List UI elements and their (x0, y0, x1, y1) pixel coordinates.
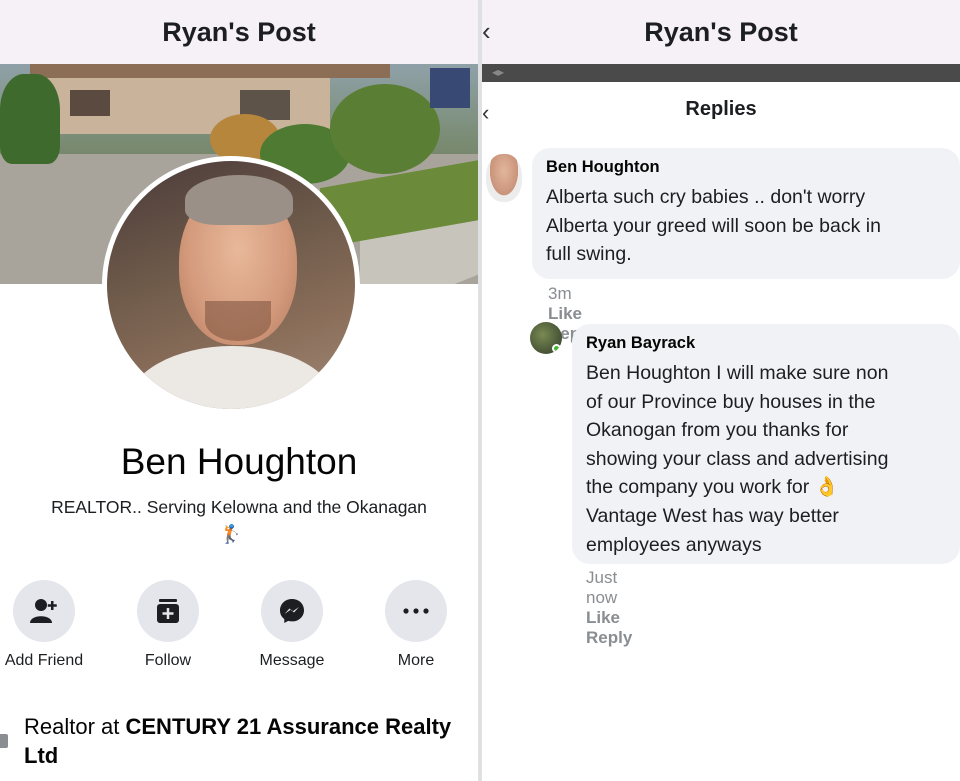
replies-panel: ‹ Ryan's Post ◂▸ ‹ Replies Ben Houghton … (482, 0, 960, 781)
cover-shrub (330, 84, 440, 174)
follow-button[interactable]: Follow (106, 580, 230, 670)
message-button[interactable]: Message (230, 580, 354, 670)
cover-sign (430, 68, 470, 108)
message-label: Message (259, 652, 325, 669)
messenger-icon (261, 580, 323, 642)
comment-body: Ben Houghton I will make sure non of our… (586, 362, 889, 556)
media-glyph-icon: ◂▸ (492, 65, 505, 79)
profile-header: Ryan's Post (0, 0, 478, 64)
comment-time: Just now (586, 568, 618, 607)
post-header: ‹ Ryan's Post (482, 0, 960, 64)
briefcase-icon (0, 734, 8, 748)
work-text: Realtor at CENTURY 21 Assurance Realty L… (24, 712, 454, 770)
photo-beard (205, 301, 271, 341)
online-status-icon (552, 344, 561, 353)
comment-author[interactable]: Ben Houghton (546, 158, 946, 177)
comment-author[interactable]: Ryan Bayrack (586, 334, 946, 353)
follow-label: Follow (144, 652, 192, 669)
add-friend-button[interactable]: Add Friend (0, 580, 106, 670)
follow-icon (137, 580, 199, 642)
add-friend-icon (13, 580, 75, 642)
work-prefix: Realtor at (24, 714, 126, 739)
avatar[interactable] (486, 154, 522, 202)
profile-photo (107, 161, 355, 409)
cover-roof (30, 64, 390, 78)
more-button[interactable]: More (354, 580, 478, 670)
more-icon (385, 580, 447, 642)
profile-bio: REALTOR.. Serving Kelowna and the Okanag… (51, 497, 427, 517)
back-chevron-icon[interactable]: ‹ (482, 16, 491, 47)
reply-button[interactable]: Reply (586, 628, 632, 647)
photo-shirt (127, 346, 337, 409)
profile-name: Ben Houghton (120, 441, 358, 482)
like-button[interactable]: Like (586, 608, 620, 627)
replies-title: Replies (685, 98, 757, 120)
cover-tree (0, 74, 60, 164)
like-button[interactable]: Like (548, 304, 582, 323)
profile-avatar[interactable] (102, 156, 360, 414)
cover-window (70, 90, 110, 116)
post-media-strip: ◂▸ (482, 64, 960, 82)
add-friend-label: Add Friend (4, 652, 84, 669)
header-title: Ryan's Post (162, 16, 316, 47)
photo-hair (185, 175, 293, 225)
avatar[interactable] (530, 322, 562, 354)
comment-bubble[interactable]: Ryan Bayrack Ben Houghton I will make su… (572, 324, 960, 564)
comment-body: Alberta such cry babies .. don't worry A… (546, 186, 881, 266)
profile-panel: Ryan's Post Ben Houghton REALTOR.. Servi… (0, 0, 478, 781)
golfer-emoji-icon: 🏌 (220, 524, 243, 544)
header-title: Ryan's Post (644, 16, 798, 47)
comment-time: 3m (548, 284, 572, 303)
comment-meta: Just now Like Reply (586, 568, 656, 648)
more-label: More (397, 652, 435, 669)
comment-bubble[interactable]: Ben Houghton Alberta such cry babies .. … (532, 148, 960, 279)
